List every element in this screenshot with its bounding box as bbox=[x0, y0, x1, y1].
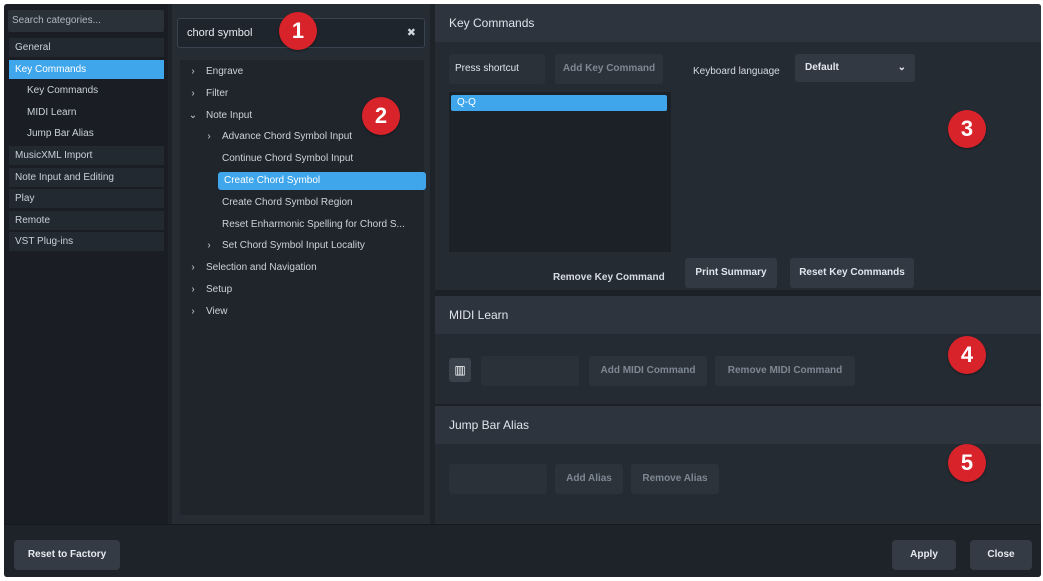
tree-item[interactable]: › Selection and Navigation bbox=[180, 258, 424, 278]
tree-item-label: Selection and Navigation bbox=[206, 262, 317, 274]
category-sidebar: Search categories... General Key Commands… bbox=[4, 4, 168, 524]
chevron-right-icon[interactable]: › bbox=[204, 236, 214, 256]
assigned-key-command[interactable]: Q-Q bbox=[451, 95, 667, 111]
tree-item[interactable]: Reset Enharmonic Spelling for Chord S... bbox=[180, 215, 424, 235]
tree-item[interactable]: › View bbox=[180, 302, 424, 322]
keyboard-language-dropdown[interactable]: Default ⌄ bbox=[795, 54, 915, 82]
chevron-right-icon[interactable]: › bbox=[188, 62, 198, 82]
key-commands-header: Key Commands bbox=[435, 4, 1041, 42]
reset-to-factory-button[interactable]: Reset to Factory bbox=[14, 540, 120, 570]
add-key-command-button[interactable]: Add Key Command bbox=[555, 54, 663, 84]
chevron-right-icon[interactable]: › bbox=[188, 84, 198, 104]
callout-1: 1 bbox=[279, 12, 317, 50]
chevron-down-icon[interactable]: ⌄ bbox=[188, 106, 198, 126]
sidebar-item-note-input-and-editing[interactable]: Note Input and Editing bbox=[9, 167, 164, 188]
print-summary-button[interactable]: Print Summary bbox=[685, 258, 777, 288]
chevron-right-icon[interactable]: › bbox=[188, 280, 198, 300]
jump-bar-alias-header: Jump Bar Alias bbox=[435, 406, 1041, 444]
preferences-dialog: Search categories... General Key Commands… bbox=[4, 4, 1041, 577]
reset-key-commands-button[interactable]: Reset Key Commands bbox=[790, 258, 914, 288]
tree-item-label: Create Chord Symbol Region bbox=[222, 196, 353, 208]
sidebar-item-sub-jump-bar-alias[interactable]: Jump Bar Alias bbox=[9, 124, 164, 144]
tree-item-label: Reset Enharmonic Spelling for Chord S... bbox=[222, 218, 405, 230]
details-panel: Key Commands Press shortcut Add Key Comm… bbox=[435, 4, 1041, 524]
callout-4: 4 bbox=[948, 336, 986, 374]
chevron-right-icon[interactable]: › bbox=[188, 302, 198, 322]
piano-icon[interactable]: ▥ bbox=[449, 358, 471, 382]
chevron-right-icon[interactable]: › bbox=[188, 258, 198, 278]
command-search-value: chord symbol bbox=[187, 27, 253, 39]
assigned-key-commands-list[interactable]: Q-Q bbox=[449, 92, 671, 252]
callout-2: 2 bbox=[362, 97, 400, 135]
tree-item-label: Setup bbox=[206, 284, 233, 295]
sidebar-item-key-commands[interactable]: Key Commands bbox=[9, 59, 164, 80]
keyboard-language-value: Default bbox=[805, 62, 839, 73]
midi-input-field[interactable] bbox=[481, 356, 579, 386]
apply-button[interactable]: Apply bbox=[892, 540, 956, 570]
alias-input-field[interactable] bbox=[449, 464, 547, 494]
chevron-right-icon[interactable]: › bbox=[204, 127, 214, 147]
sidebar-item-musicxml-import[interactable]: MusicXML Import bbox=[9, 146, 164, 166]
tree-item-label: Create Chord Symbol bbox=[218, 172, 426, 190]
sidebar-item-sub-midi-learn[interactable]: MIDI Learn bbox=[9, 103, 164, 123]
category-search-input[interactable]: Search categories... bbox=[8, 10, 164, 32]
tree-item-label: Set Chord Symbol Input Locality bbox=[222, 240, 365, 252]
callout-3: 3 bbox=[948, 110, 986, 148]
tree-item[interactable]: Create Chord Symbol bbox=[180, 171, 426, 191]
sidebar-item-general[interactable]: General bbox=[9, 38, 164, 58]
add-alias-button[interactable]: Add Alias bbox=[555, 464, 623, 494]
tree-item[interactable]: Continue Chord Symbol Input bbox=[180, 149, 424, 169]
key-commands-section: Press shortcut Add Key Command Keyboard … bbox=[435, 42, 1041, 290]
tree-item-label: Filter bbox=[206, 87, 229, 99]
tree-item[interactable]: › Set Chord Symbol Input Locality bbox=[180, 236, 424, 256]
close-icon[interactable]: ✖ bbox=[407, 19, 416, 47]
command-tree-panel: chord symbol ✖ › Engrave › Filter ⌄ Note Inpu… bbox=[172, 4, 430, 524]
tree-item[interactable]: › Engrave bbox=[180, 62, 424, 82]
sidebar-item-remote[interactable]: Remote bbox=[9, 210, 164, 231]
tree-item[interactable]: Create Chord Symbol Region bbox=[180, 193, 424, 213]
tree-item-label: Advance Chord Symbol Input bbox=[222, 131, 353, 143]
midi-learn-header: MIDI Learn bbox=[435, 296, 1041, 334]
tree-item-label: View bbox=[206, 305, 228, 317]
tree-item-label: Note Input bbox=[206, 109, 253, 121]
sidebar-item-sub-key-commands[interactable]: Key Commands bbox=[9, 81, 164, 101]
close-button[interactable]: Close bbox=[970, 540, 1032, 570]
add-midi-command-button[interactable]: Add MIDI Command bbox=[589, 356, 707, 386]
keyboard-language-label: Keyboard language bbox=[693, 66, 780, 77]
remove-alias-button[interactable]: Remove Alias bbox=[631, 464, 719, 494]
sidebar-item-play[interactable]: Play bbox=[9, 189, 164, 210]
chevron-down-icon: ⌄ bbox=[897, 62, 906, 73]
tree-item[interactable]: › Setup bbox=[180, 280, 424, 300]
tree-item-label: Engrave bbox=[206, 66, 244, 77]
tree-item-label: Continue Chord Symbol Input bbox=[222, 153, 354, 165]
sidebar-item-vst-plug-ins[interactable]: VST Plug-ins bbox=[9, 232, 164, 253]
callout-5: 5 bbox=[948, 444, 986, 482]
dialog-footer: Reset to Factory Apply Close bbox=[4, 524, 1041, 577]
press-shortcut-field[interactable]: Press shortcut bbox=[449, 54, 545, 84]
remove-midi-command-button[interactable]: Remove MIDI Command bbox=[715, 356, 855, 386]
remove-key-command-button[interactable]: Remove Key Command bbox=[553, 272, 665, 283]
